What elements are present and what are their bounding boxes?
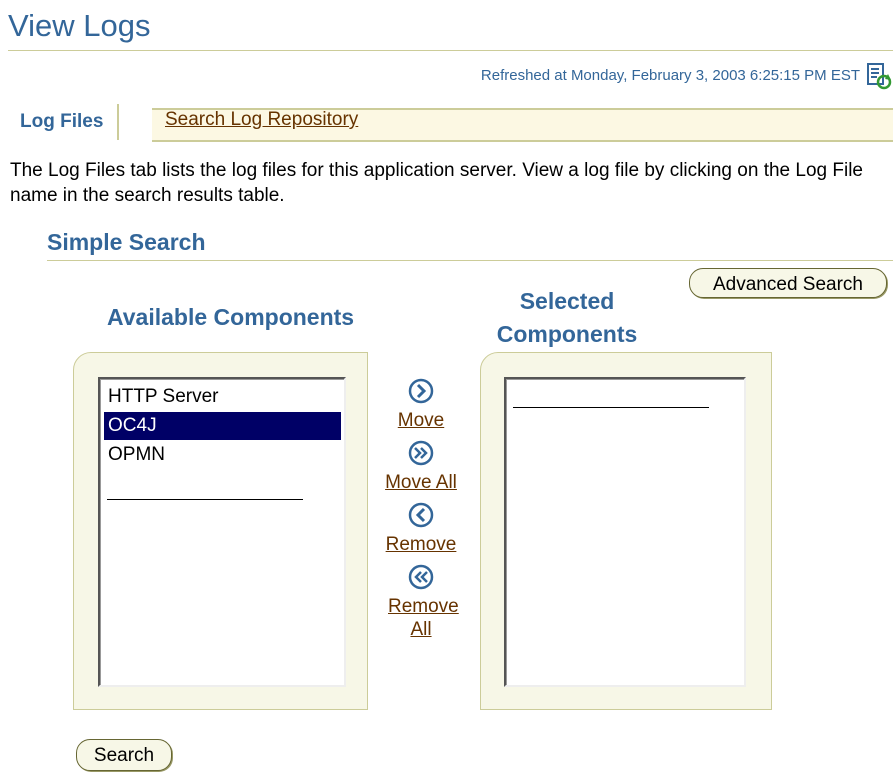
shuttle-controls: Move Move All Remove Remove All xyxy=(373,378,469,641)
remove-link[interactable]: Remove xyxy=(373,533,469,556)
selected-components-list[interactable] xyxy=(504,377,746,687)
selected-components-label: Selected Components xyxy=(496,288,638,347)
section-title: Simple Search xyxy=(47,229,206,255)
remove-icon[interactable] xyxy=(408,502,434,528)
list-item[interactable]: OPMN xyxy=(104,441,341,469)
refreshed-timestamp: Refreshed at Monday, February 3, 2003 6:… xyxy=(480,67,860,84)
tab-log-files[interactable]: Log Files xyxy=(6,104,120,140)
page-title: View Logs xyxy=(8,8,151,43)
list-item[interactable]: HTTP Server xyxy=(104,383,341,411)
move-icon[interactable] xyxy=(408,378,434,404)
search-button[interactable]: Search xyxy=(76,739,172,771)
tab-search-log-repository[interactable]: Search Log Repository xyxy=(165,106,358,134)
available-components-list[interactable]: HTTP Server OC4J OPMN xyxy=(98,377,346,687)
move-all-icon[interactable] xyxy=(408,440,434,466)
available-components-label: Available Components xyxy=(107,304,355,330)
remove-all-link[interactable]: Remove All xyxy=(388,595,459,641)
intro-text: The Log Files tab lists the log files fo… xyxy=(10,160,863,206)
advanced-search-button[interactable]: Advanced Search xyxy=(689,268,887,298)
move-link[interactable]: Move xyxy=(373,409,469,432)
list-placeholder-line xyxy=(107,499,303,500)
list-item[interactable]: OC4J xyxy=(104,412,341,440)
title-divider xyxy=(8,50,893,51)
refresh-icon[interactable] xyxy=(866,62,892,90)
section-divider xyxy=(47,260,893,261)
move-all-link[interactable]: Move All xyxy=(373,471,469,494)
remove-all-icon[interactable] xyxy=(408,564,434,590)
list-placeholder-line xyxy=(513,407,709,408)
